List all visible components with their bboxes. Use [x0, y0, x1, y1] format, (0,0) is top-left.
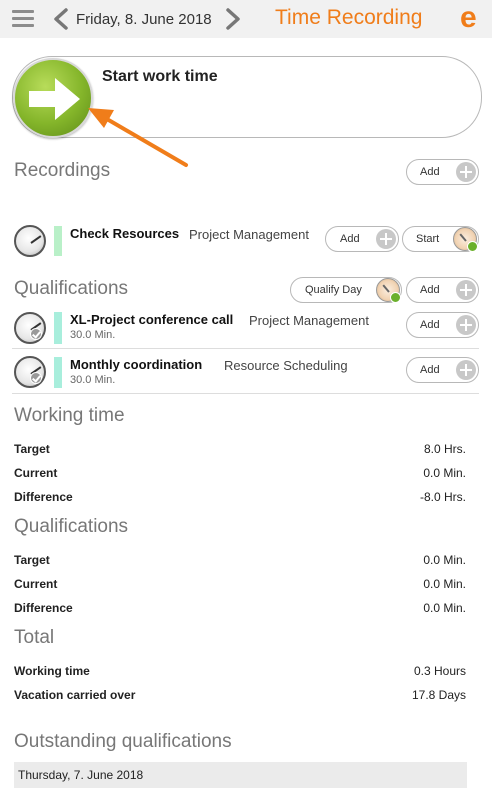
qualify-day-button[interactable]: Qualify Day: [290, 277, 402, 303]
qual-current-label: Current: [14, 577, 58, 591]
menu-icon[interactable]: [12, 10, 34, 28]
working-difference-value: -8.0 Hrs.: [419, 490, 466, 504]
plus-icon: [456, 360, 476, 380]
qual-difference-label: Difference: [14, 601, 73, 615]
app-title: Time Recording: [275, 6, 423, 29]
working-target-label: Target: [14, 442, 50, 456]
category-color-bar: [54, 226, 62, 256]
qualification-duration: 30.0 Min.: [70, 374, 116, 386]
qual-target-value: 0.0 Min.: [423, 553, 466, 567]
qualifications-heading: Qualifications: [14, 278, 129, 299]
chevron-right-icon[interactable]: [224, 8, 242, 30]
plus-icon: [456, 280, 476, 300]
qualification-category: Resource Scheduling: [224, 358, 348, 373]
row-divider: [12, 393, 479, 394]
qualification-title: XL-Project conference call: [70, 312, 234, 327]
timer-start-icon: [376, 278, 401, 303]
total-heading: Total: [14, 627, 55, 648]
qual-target-label: Target: [14, 553, 50, 567]
vacation-carried-over-value: 17.8 Days: [411, 688, 466, 702]
category-color-bar: [54, 312, 62, 344]
recordings-add-button[interactable]: Add: [406, 159, 479, 185]
recording-start-button[interactable]: Start: [402, 226, 479, 252]
outstanding-date: Thursday, 7. June 2018: [18, 768, 144, 782]
plus-icon: [456, 162, 476, 182]
stopwatch-icon: [14, 225, 46, 257]
row-divider: [12, 348, 479, 349]
outstanding-heading: Outstanding qualifications: [14, 731, 232, 752]
working-time-heading: Working time: [14, 405, 125, 426]
stopwatch-checked-icon: [14, 356, 46, 388]
working-target-value: 8.0 Hrs.: [423, 442, 466, 456]
qual-current-value: 0.0 Min.: [423, 577, 466, 591]
qualification-add-button[interactable]: Add: [406, 312, 479, 338]
total-working-time-value: 0.3 Hours: [413, 664, 466, 678]
qualification-duration: 30.0 Min.: [70, 329, 116, 341]
start-work-label: Start work time: [102, 68, 218, 85]
timer-start-icon: [453, 227, 478, 252]
arrow-right-icon: [29, 78, 80, 120]
qualification-category: Project Management: [249, 313, 369, 328]
total-working-time-label: Working time: [14, 664, 90, 678]
stopwatch-checked-icon: [14, 312, 46, 344]
qualification-add-button[interactable]: Add: [406, 357, 479, 383]
plus-icon: [376, 229, 396, 249]
outstanding-date-row[interactable]: Thursday, 7. June 2018: [14, 762, 467, 788]
qualification-title: Monthly coordination: [70, 357, 203, 372]
chevron-left-icon[interactable]: [52, 8, 70, 30]
app-header: Friday, 8. June 2018 Time Recording e: [0, 0, 492, 38]
qualifications-add-button[interactable]: Add: [406, 277, 479, 303]
recording-title: Check Resources: [70, 226, 180, 241]
working-difference-label: Difference: [14, 490, 73, 504]
working-current-label: Current: [14, 466, 58, 480]
qualifications-summary-heading: Qualifications: [14, 516, 129, 537]
category-color-bar: [54, 357, 62, 388]
working-current-value: 0.0 Min.: [423, 466, 466, 480]
brand-logo: e: [460, 1, 477, 34]
current-date: Friday, 8. June 2018: [76, 11, 212, 28]
plus-icon: [456, 315, 476, 335]
recordings-heading: Recordings: [14, 160, 111, 181]
vacation-carried-over-label: Vacation carried over: [14, 688, 136, 702]
qual-difference-value: 0.0 Min.: [423, 601, 466, 615]
recording-add-button[interactable]: Add: [325, 226, 399, 252]
recording-category: Project Management: [189, 227, 309, 242]
